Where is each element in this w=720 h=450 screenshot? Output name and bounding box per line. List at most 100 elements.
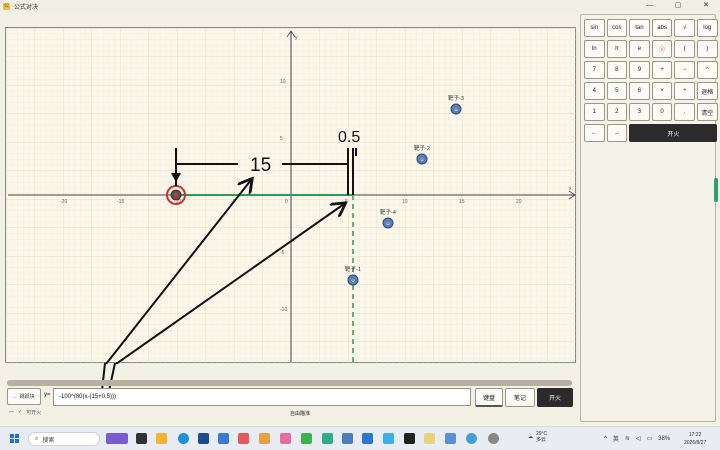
key-0-5[interactable]: log	[697, 19, 718, 37]
title-bar: 公 公式对决 — ▢ ✕	[0, 0, 720, 12]
key-1-5[interactable]: )	[697, 40, 718, 58]
key-0-1[interactable]: cos	[606, 19, 628, 37]
taskbar: ⌕ 搜索 ☁ 29°C 多云 ^ 英 ≋ ◁ ▭ 38% 17:22 2026/…	[0, 426, 720, 450]
panel-resize-handle[interactable]	[714, 178, 718, 202]
key-0-4[interactable]: √	[674, 19, 695, 37]
key-1-2[interactable]: e	[629, 40, 650, 58]
weather-widget[interactable]: ☁ 29°C 多云	[528, 431, 547, 443]
app-icon-4[interactable]	[259, 433, 270, 444]
battery-icon[interactable]: ▭	[647, 435, 653, 442]
app-icon-11[interactable]	[445, 433, 456, 444]
key-2-4[interactable]: −	[674, 61, 695, 79]
key-4-2[interactable]: 3	[629, 103, 650, 121]
key-2-3[interactable]: +	[651, 61, 673, 79]
key-3-0[interactable]: 4	[584, 82, 605, 100]
close-button[interactable]: ✕	[692, 0, 720, 12]
battery-percent: 38%	[658, 435, 671, 442]
formula-scrollbar[interactable]	[7, 380, 572, 386]
key-0-0[interactable]: sin	[584, 19, 605, 37]
x-tick-label: -20	[60, 199, 67, 205]
wifi-icon[interactable]: ≋	[625, 435, 630, 442]
notes-button[interactable]: 笔记	[505, 388, 535, 407]
keyboard-button[interactable]: 键盘	[475, 388, 503, 407]
key-0-2[interactable]: tan	[629, 19, 650, 37]
key-4-1[interactable]: 2	[606, 103, 628, 121]
app-icon-7[interactable]	[322, 433, 333, 444]
x-tick-label: -15	[117, 199, 124, 205]
player-core-icon	[174, 193, 178, 197]
key-1-1[interactable]: π	[606, 40, 628, 58]
key-4-5[interactable]: 清空	[697, 103, 718, 121]
y-tick-label: -10	[280, 307, 287, 313]
svg-text:☺: ☺	[419, 157, 424, 163]
key-3-5[interactable]: 退格	[697, 82, 718, 100]
key-3-4[interactable]: ÷	[674, 82, 695, 100]
function-keypad: sin cos tan abs √ log ln π e ⓧ() 7 8 9 + − ^ 4 5 6 × ÷ 退格 1 2 3 0…	[580, 14, 718, 422]
check-icon: ✓	[18, 409, 23, 415]
key-2-5[interactable]: ^	[697, 61, 718, 79]
fire-button[interactable]: 开火	[537, 388, 573, 407]
app-icon-12[interactable]	[466, 433, 477, 444]
formula-prefix: y=	[44, 392, 51, 398]
app-icon-10[interactable]	[404, 433, 415, 444]
cursor-left-button[interactable]: ←	[584, 124, 605, 142]
key-1-3[interactable]: ⓧ	[651, 40, 673, 58]
file-explorer-icon[interactable]	[156, 433, 167, 444]
offset-value: 0.5	[338, 129, 360, 146]
key-1-0[interactable]: ln	[584, 40, 605, 58]
cloud-icon: ☁	[528, 434, 533, 440]
y-tick-label: 10	[280, 79, 286, 85]
app-icon-2[interactable]	[218, 433, 229, 444]
widget-icon[interactable]	[106, 433, 128, 444]
app-icon-13[interactable]	[488, 433, 499, 444]
key-4-3[interactable]: 0	[651, 103, 673, 121]
window-title: 公式对决	[14, 4, 39, 11]
task-view-icon[interactable]	[136, 433, 147, 444]
app-icon-8[interactable]	[342, 433, 353, 444]
app-icon-9[interactable]	[383, 433, 394, 444]
formula-duel-app-icon[interactable]	[424, 433, 435, 444]
edge-browser-icon[interactable]	[178, 433, 189, 444]
app-icon-6[interactable]	[301, 433, 312, 444]
key-4-0[interactable]: 1	[584, 103, 605, 121]
target-4-label: 靶子-4	[380, 208, 396, 216]
aim-mode-label: 自由瞄准	[290, 411, 311, 417]
app-icon-3[interactable]	[238, 433, 249, 444]
key-4-4[interactable]: .	[674, 103, 695, 121]
y-tick-label: 5	[280, 136, 283, 142]
key-2-2[interactable]: 9	[629, 61, 650, 79]
clock-time: 17:22	[688, 432, 702, 438]
windows-start-icon[interactable]	[10, 434, 20, 444]
key-1-4[interactable]: (	[674, 40, 695, 58]
search-icon: ⌕	[35, 435, 39, 442]
jump-block-button[interactable]: ← 跳跃块	[7, 388, 41, 405]
key-2-0[interactable]: 7	[584, 61, 605, 79]
graph-canvas[interactable]: y x -20-15-10-505101520 105-5-10 ☺ 靶子-3 …	[5, 27, 577, 364]
key-3-3[interactable]: ×	[651, 82, 673, 100]
key-3-1[interactable]: 5	[606, 82, 628, 100]
system-tray: ^ 英 ≋ ◁ ▭ 38%	[604, 434, 671, 444]
keypad-fire-button[interactable]: 开火	[629, 124, 718, 142]
key-3-2[interactable]: 6	[629, 82, 650, 100]
chevron-up-icon[interactable]: ^	[604, 436, 607, 442]
search-placeholder: 搜索	[42, 437, 55, 444]
minimize-button[interactable]: —	[636, 0, 664, 12]
volume-icon[interactable]: ◁	[636, 435, 641, 442]
app-logo-icon: 公	[3, 2, 10, 10]
key-2-1[interactable]: 8	[606, 61, 628, 79]
status-text: 可开火	[26, 410, 42, 416]
x-tick-label: 20	[516, 199, 522, 205]
taskbar-search[interactable]: ⌕ 搜索	[28, 432, 100, 446]
svg-text:☺: ☺	[453, 107, 458, 113]
app-icon-5[interactable]	[280, 433, 291, 444]
ime-indicator[interactable]: 英	[613, 434, 619, 443]
cursor-right-button[interactable]: →	[606, 124, 628, 142]
clock[interactable]: 17:22 2026/8/27	[684, 431, 706, 447]
vscode-icon[interactable]	[362, 433, 373, 444]
clock-date: 2026/8/27	[684, 440, 707, 446]
formula-input[interactable]: -100^(80(x-(15+0.5)))	[53, 388, 471, 406]
y-tick-label: -5	[280, 250, 285, 256]
app-icon-1[interactable]	[198, 433, 209, 444]
key-0-3[interactable]: abs	[651, 19, 673, 37]
maximize-button[interactable]: ▢	[664, 0, 692, 12]
